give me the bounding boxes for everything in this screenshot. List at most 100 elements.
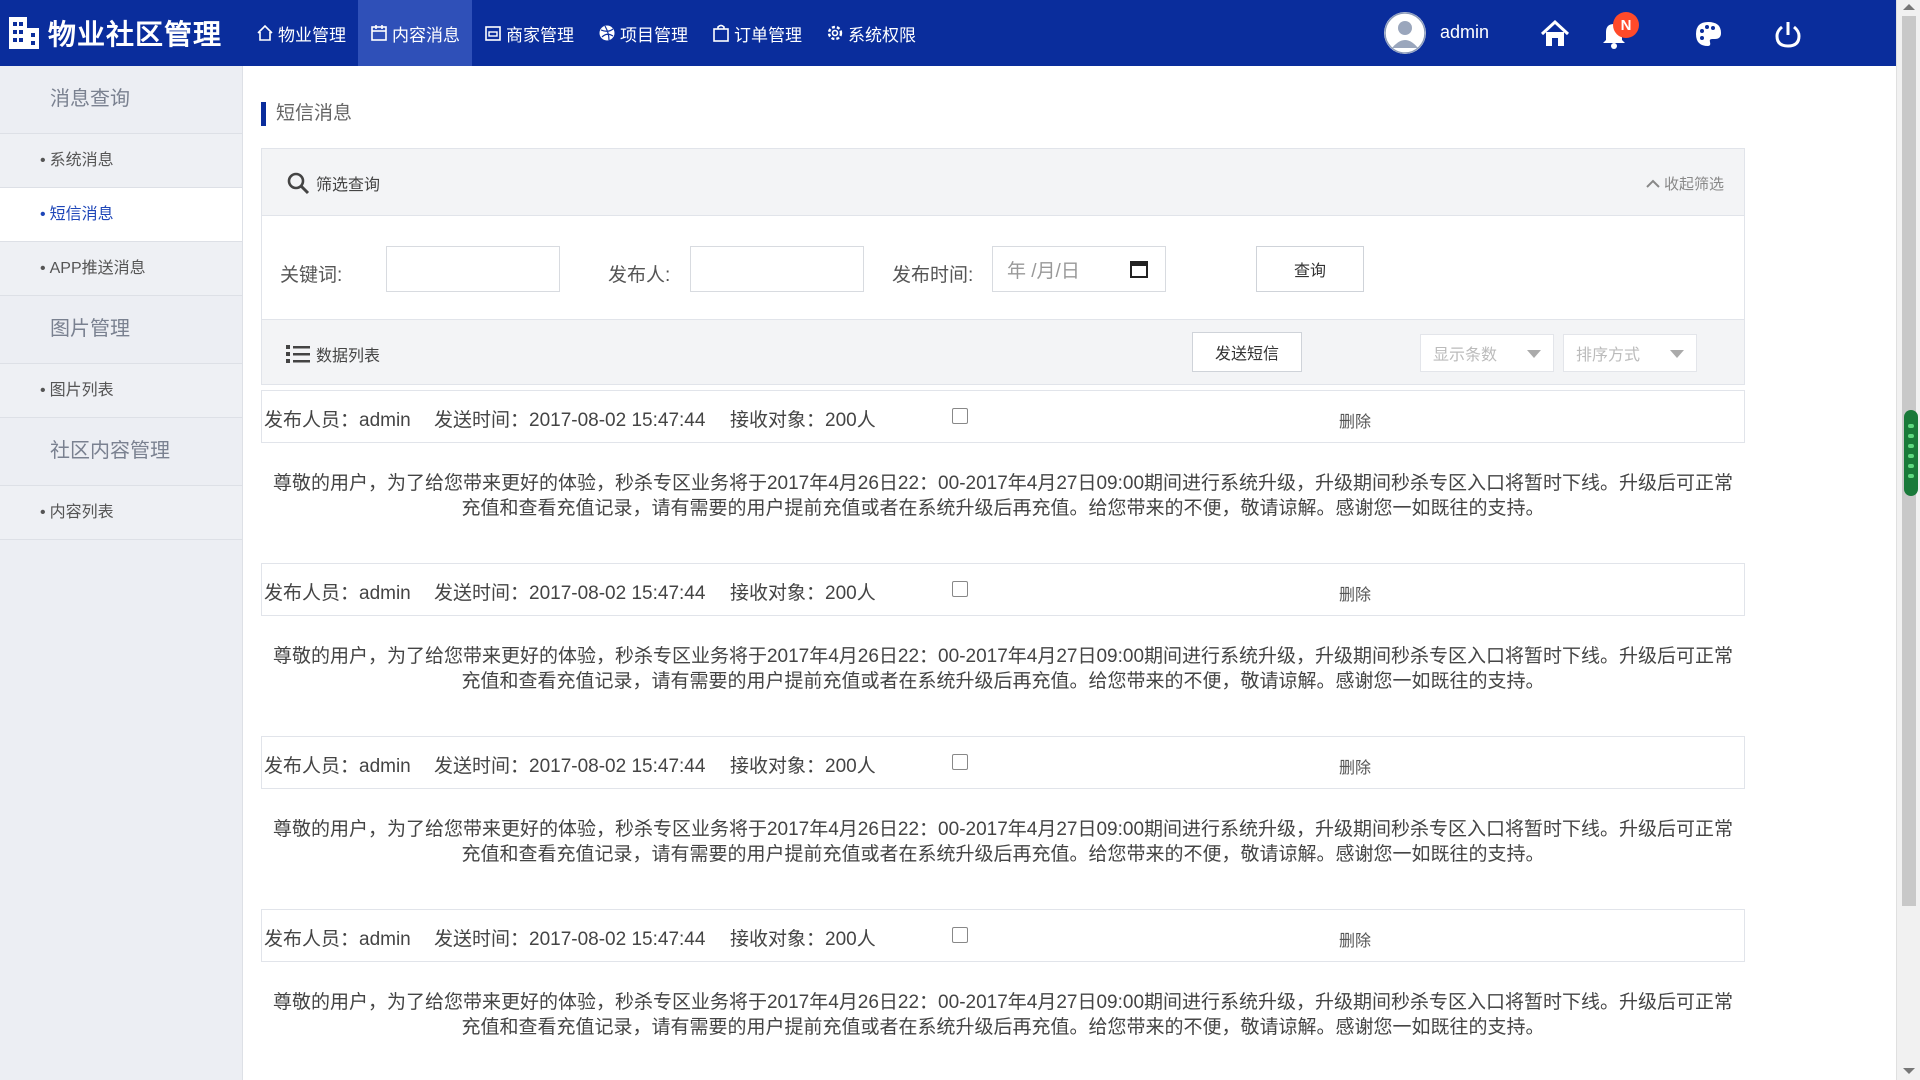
- delete-link[interactable]: 删除: [1339, 581, 1371, 605]
- sidebar-group-title[interactable]: 社区内容管理: [0, 418, 242, 486]
- message-content: 尊敬的用户，为了给您带来更好的体验，秒杀专区业务将于2017年4月26日22：0…: [272, 646, 1734, 692]
- sidebar-item-content-list[interactable]: • 内容列表: [0, 486, 242, 540]
- message-card: 发布人员：admin 发送时间：2017-08-02 15:47:44 接收对象…: [261, 563, 1745, 725]
- message-publisher: 发布人员：admin: [264, 756, 411, 777]
- notification-badge: N: [1613, 12, 1639, 38]
- collapse-filter-button[interactable]: 收起筛选: [1646, 173, 1724, 194]
- delete-link[interactable]: 删除: [1339, 927, 1371, 951]
- data-list-header: 数据列表 发送短信 显示条数 排序方式: [261, 319, 1745, 385]
- nav-label: 项目管理: [620, 25, 688, 45]
- message-checkbox[interactable]: [952, 581, 968, 597]
- message-send-time: 发送时间：2017-08-02 15:47:44: [434, 756, 706, 777]
- nav-item-project[interactable]: 项目管理: [586, 0, 700, 66]
- nav-item-merchant[interactable]: 商家管理: [472, 0, 586, 66]
- power-icon[interactable]: [1772, 18, 1804, 50]
- page-size-placeholder: 显示条数: [1433, 347, 1498, 364]
- chevron-down-icon: [1527, 350, 1541, 358]
- message-meta: 发布人员：admin 发送时间：2017-08-02 15:47:44 接收对象…: [261, 909, 1745, 962]
- message-meta: 发布人员：admin 发送时间：2017-08-02 15:47:44 接收对象…: [261, 736, 1745, 789]
- building-icon: [9, 17, 39, 49]
- message-send-time: 发送时间：2017-08-02 15:47:44: [434, 583, 706, 604]
- brand-logo[interactable]: 物业社区管理: [8, 14, 222, 52]
- message-content: 尊敬的用户，为了给您带来更好的体验，秒杀专区业务将于2017年4月26日22：0…: [272, 819, 1734, 865]
- send-sms-button[interactable]: 发送短信: [1192, 332, 1302, 372]
- main-content: 短信消息 筛选查询 收起筛选 关键词: 发布人: 发布时间: 年 /月/日 查询: [243, 66, 1896, 1080]
- nav-item-permission[interactable]: 系统权限: [814, 0, 928, 66]
- nav-item-content[interactable]: 内容消息: [358, 0, 472, 66]
- page-size-select[interactable]: 显示条数: [1420, 334, 1554, 372]
- publisher-input[interactable]: [690, 246, 864, 292]
- message-content: 尊敬的用户，为了给您带来更好的体验，秒杀专区业务将于2017年4月26日22：0…: [272, 992, 1734, 1038]
- dribbble-icon: [599, 25, 615, 41]
- filter-title: 筛选查询: [286, 171, 380, 195]
- sidebar-group-title[interactable]: 消息查询: [0, 66, 242, 134]
- publish-date-input[interactable]: 年 /月/日: [992, 246, 1166, 292]
- nav-label: 订单管理: [734, 25, 802, 45]
- data-list-title: 数据列表: [286, 342, 380, 366]
- message-card: 发布人员：admin 发送时间：2017-08-02 15:47:44 接收对象…: [261, 390, 1745, 552]
- sidebar-item-label: APP推送消息: [49, 260, 146, 277]
- message-receivers: 接收对象：200人: [730, 929, 876, 950]
- bullet: •: [40, 504, 46, 521]
- message-card: 发布人员：admin 发送时间：2017-08-02 15:47:44 接收对象…: [261, 736, 1745, 898]
- message-receivers: 接收对象：200人: [730, 583, 876, 604]
- search-icon: [287, 172, 310, 195]
- message-checkbox[interactable]: [952, 754, 968, 770]
- message-checkbox[interactable]: [952, 408, 968, 424]
- bullet: •: [40, 206, 46, 223]
- palette-icon[interactable]: [1692, 18, 1724, 50]
- message-receivers: 接收对象：200人: [730, 756, 876, 777]
- brand-title: 物业社区管理: [48, 19, 223, 50]
- chevron-up-icon: [1646, 179, 1660, 188]
- home-outline-icon: [257, 24, 273, 41]
- calendar-picker-icon[interactable]: [1129, 259, 1149, 279]
- filter-panel: 筛选查询 收起筛选 关键词: 发布人: 发布时间: 年 /月/日 查询: [261, 148, 1745, 320]
- page-title: 短信消息: [261, 102, 352, 126]
- sidebar-group-title[interactable]: 图片管理: [0, 296, 242, 364]
- home-icon[interactable]: [1539, 18, 1571, 50]
- scroll-down-arrow-icon[interactable]: [1903, 1068, 1915, 1074]
- filter-title-label: 筛选查询: [316, 177, 381, 194]
- delete-link[interactable]: 删除: [1339, 408, 1371, 432]
- message-card: 发布人员：admin 发送时间：2017-08-02 15:47:44 接收对象…: [261, 909, 1745, 1071]
- bullet: •: [40, 152, 46, 169]
- message-send-time: 发送时间：2017-08-02 15:47:44: [434, 410, 706, 431]
- message-meta: 发布人员：admin 发送时间：2017-08-02 15:47:44 接收对象…: [261, 563, 1745, 616]
- filter-panel-header: 筛选查询 收起筛选: [262, 149, 1744, 216]
- sort-placeholder: 排序方式: [1576, 347, 1641, 364]
- sort-select[interactable]: 排序方式: [1563, 334, 1697, 372]
- side-drag-handle[interactable]: [1904, 410, 1918, 496]
- gear-icon: [827, 25, 843, 41]
- message-meta: 发布人员：admin 发送时间：2017-08-02 15:47:44 接收对象…: [261, 390, 1745, 443]
- username[interactable]: admin: [1440, 22, 1489, 43]
- sidebar-item-app-push[interactable]: • APP推送消息: [0, 242, 242, 296]
- message-checkbox[interactable]: [952, 927, 968, 943]
- nav-item-order[interactable]: 订单管理: [700, 0, 814, 66]
- avatar[interactable]: [1384, 12, 1426, 54]
- bullet: •: [40, 260, 46, 277]
- filter-form: 关键词: 发布人: 发布时间: 年 /月/日 查询: [262, 216, 1744, 320]
- nav-label: 商家管理: [506, 25, 574, 45]
- nav-label: 物业管理: [278, 25, 346, 45]
- date-placeholder: 年 /月/日: [1007, 260, 1080, 282]
- data-list-title-label: 数据列表: [316, 348, 381, 365]
- message-publisher: 发布人员：admin: [264, 410, 411, 431]
- delete-link[interactable]: 删除: [1339, 754, 1371, 778]
- sidebar-item-sms-message[interactable]: • 短信消息: [0, 188, 242, 242]
- keyword-label: 关键词:: [280, 265, 343, 286]
- sidebar-item-image-list[interactable]: • 图片列表: [0, 364, 242, 418]
- nav-item-property[interactable]: 物业管理: [244, 0, 358, 66]
- message-receivers: 接收对象：200人: [730, 410, 876, 431]
- chevron-down-icon: [1670, 350, 1684, 358]
- calendar-icon: [371, 25, 387, 41]
- message-publisher: 发布人员：admin: [264, 929, 411, 950]
- query-button[interactable]: 查询: [1256, 246, 1364, 292]
- top-navbar: 物业社区管理 物业管理 内容消息 商家管理 项目管理 订单管理 系统权限 adm…: [0, 0, 1896, 66]
- scroll-up-arrow-icon[interactable]: [1903, 4, 1915, 10]
- publish-date-label: 发布时间:: [892, 265, 974, 286]
- sidebar-item-system-message[interactable]: • 系统消息: [0, 134, 242, 188]
- bag-icon: [713, 24, 729, 42]
- sidebar-item-label: 短信消息: [49, 206, 114, 223]
- page-scrollbar[interactable]: [1896, 0, 1920, 1080]
- keyword-input[interactable]: [386, 246, 560, 292]
